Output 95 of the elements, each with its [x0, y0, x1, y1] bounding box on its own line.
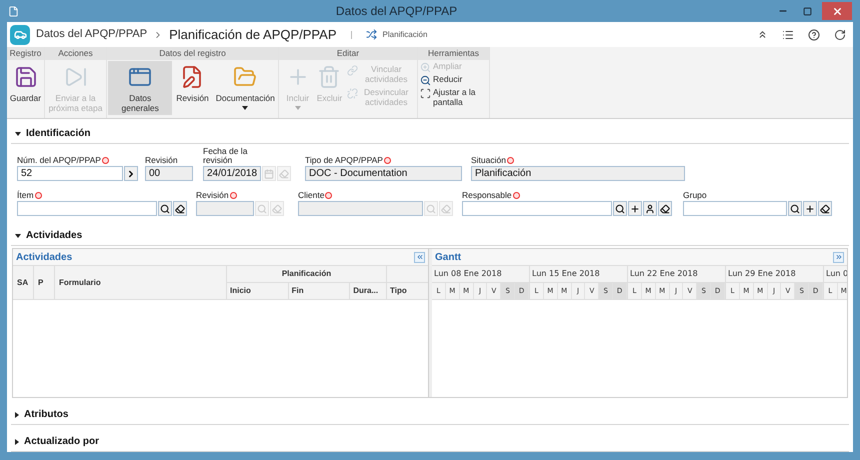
collapse-icon[interactable]	[757, 29, 768, 40]
input-field[interactable]	[17, 201, 157, 216]
expand-caret-icon[interactable]	[15, 412, 19, 418]
search-button[interactable]	[788, 201, 802, 216]
column-header[interactable]: Formulario	[55, 266, 227, 299]
plus-button[interactable]	[628, 201, 642, 216]
section-title: Actividades	[26, 229, 82, 243]
double-chevron-left-icon	[416, 253, 424, 261]
field-label: Revisión	[145, 156, 178, 165]
field-label: Grupo	[683, 191, 707, 200]
search-icon	[615, 204, 625, 214]
expand-panel-button[interactable]	[833, 252, 844, 262]
trash-icon	[317, 65, 342, 89]
column-group-header: Planificación	[227, 266, 386, 283]
collapse-caret-icon[interactable]	[15, 132, 21, 136]
panel-title: Gantt	[435, 250, 462, 264]
column-header[interactable]: Fin	[288, 283, 350, 299]
help-icon[interactable]	[808, 28, 820, 40]
window-icon	[128, 65, 152, 89]
input-field[interactable]: 52	[17, 166, 123, 181]
zoom-out-icon	[420, 75, 431, 86]
ribbon-group-label: Editar	[279, 47, 417, 60]
stage-icon	[366, 29, 376, 40]
column-header[interactable]: P	[34, 266, 55, 299]
search-icon	[160, 204, 170, 214]
close-button[interactable]	[822, 2, 852, 20]
search-icon	[426, 204, 436, 214]
ribbon-button[interactable]: Reducir	[419, 74, 490, 86]
document-icon	[8, 6, 19, 16]
ribbon-button[interactable]: Documentación	[212, 61, 277, 112]
link-icon	[347, 65, 358, 76]
expand-caret-icon[interactable]	[15, 438, 19, 444]
field-label: Tipo de APQP/PPAP	[305, 156, 383, 165]
ribbon-button[interactable]: Ajustar a la pantalla	[419, 87, 490, 107]
user-button[interactable]	[643, 201, 657, 216]
column-header[interactable]: Inicio	[227, 283, 289, 299]
field-label: Fecha de la revisión	[203, 147, 248, 165]
panel-title: Actividades	[16, 250, 72, 264]
eraser-button[interactable]	[173, 201, 187, 216]
folder-icon	[232, 65, 257, 89]
collapse-caret-icon[interactable]	[15, 234, 21, 238]
field-label: Ítem	[17, 191, 34, 200]
double-chevron-right-icon	[834, 253, 842, 261]
ribbon-group-label: Herramientas	[418, 47, 489, 60]
window-title: Datos del APQP/PPAP	[334, 3, 458, 20]
next-button[interactable]	[124, 166, 138, 181]
eraser-icon	[272, 204, 282, 214]
field-label: Núm. del APQP/PPAP	[17, 156, 101, 165]
plus-icon	[630, 204, 640, 214]
user-icon	[645, 204, 655, 214]
section-title: Atributos	[24, 408, 68, 422]
search-button[interactable]	[613, 201, 627, 216]
collapse-panel-button[interactable]	[414, 252, 425, 262]
car-logo-icon	[10, 24, 30, 44]
column-header[interactable]: SA	[13, 266, 34, 299]
eraser-icon	[820, 204, 830, 214]
ribbon-group-label: Datos del registro	[107, 47, 278, 60]
calendar-icon	[264, 168, 274, 178]
eraser-icon	[441, 204, 451, 214]
field-label: Revisión	[196, 191, 229, 200]
plus-button[interactable]	[803, 201, 817, 216]
stage-label: Planificación	[382, 28, 428, 40]
ribbon-group-label: Registro	[7, 47, 44, 60]
eraser-icon	[279, 168, 289, 178]
ribbon-button[interactable]: Revisión	[173, 61, 212, 105]
eraser-button[interactable]	[818, 201, 832, 216]
eraser-button[interactable]	[658, 201, 672, 216]
input-field[interactable]	[462, 201, 612, 216]
field-label: Situación	[471, 156, 506, 165]
unlink-icon	[347, 88, 358, 99]
search-button[interactable]	[158, 201, 172, 216]
maximize-icon	[802, 6, 812, 16]
field-label: Cliente	[298, 191, 324, 200]
eraser-icon	[660, 204, 670, 214]
zoom-in-icon	[420, 62, 431, 73]
skip-forward-icon	[64, 65, 88, 89]
search-icon	[257, 204, 267, 214]
next-icon	[126, 168, 136, 178]
search-icon	[790, 204, 800, 214]
refresh-icon[interactable]	[834, 28, 846, 40]
ribbon-button[interactable]: Guardar	[7, 61, 44, 105]
breadcrumb-link[interactable]: Datos del APQP/PPAP	[36, 26, 148, 43]
close-icon	[832, 6, 842, 16]
field-label: Responsable	[462, 191, 512, 200]
section-title: Actualizado por	[24, 435, 100, 449]
ribbon-group-label: Acciones	[45, 47, 106, 60]
column-header[interactable]: Dura...	[350, 283, 386, 299]
fit-screen-icon	[420, 88, 431, 99]
ribbon-button[interactable]: Datos generales	[108, 61, 172, 115]
plus-icon	[805, 204, 815, 214]
column-header[interactable]: Tipo	[387, 283, 428, 299]
eraser-icon	[175, 204, 185, 214]
section-title: Identificación	[26, 127, 90, 141]
input-field[interactable]	[683, 201, 787, 216]
page-title: Planificación de APQP/PPAP	[169, 26, 336, 44]
